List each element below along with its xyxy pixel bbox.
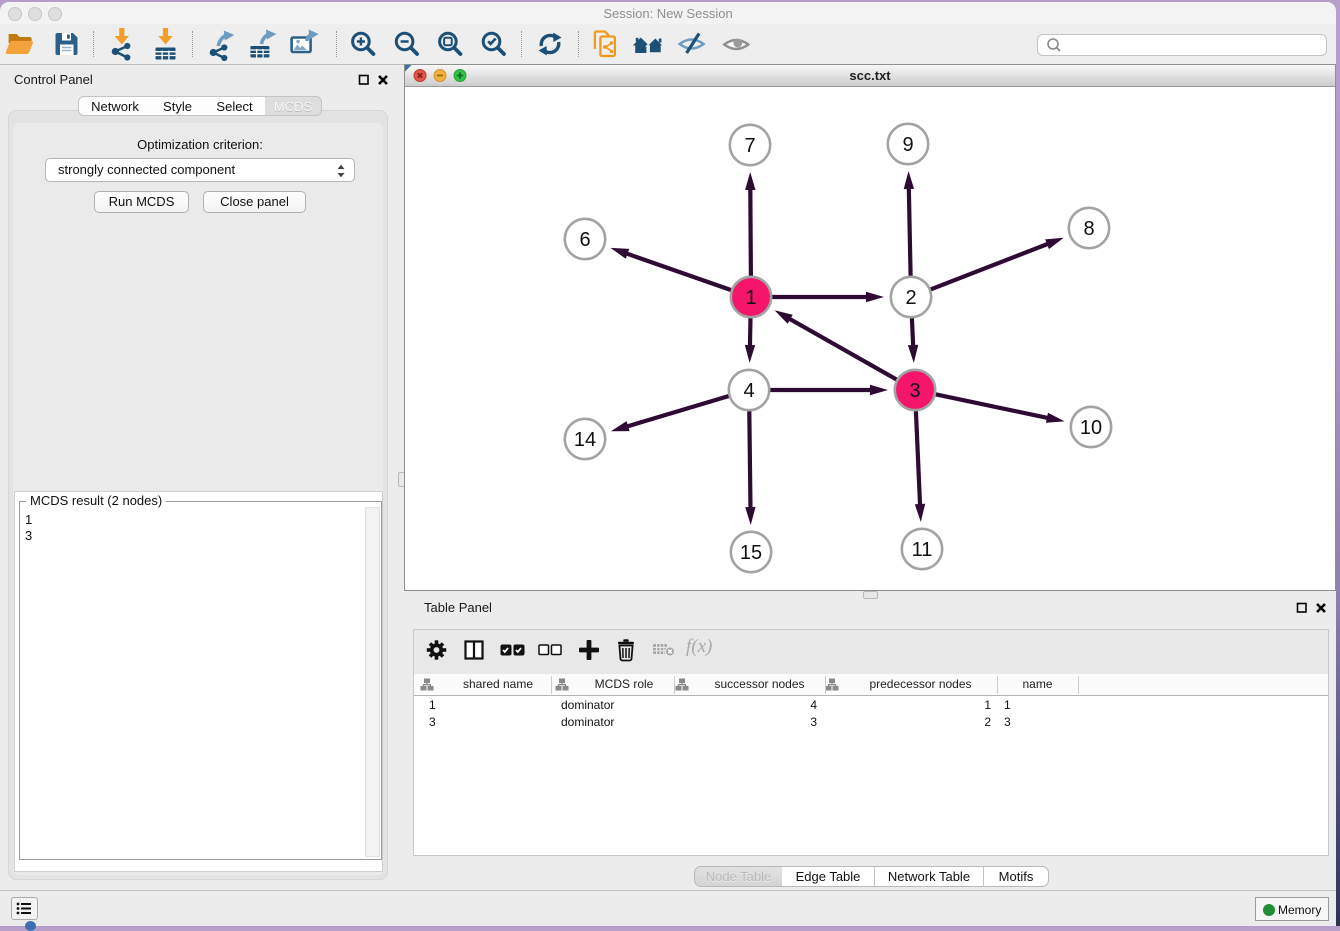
svg-text:9: 9 [902,134,913,156]
svg-text:3: 3 [909,380,920,402]
svg-text:1: 1 [745,287,756,309]
svg-text:11: 11 [912,539,933,561]
svg-text:8: 8 [1083,218,1094,240]
svg-text:10: 10 [1080,417,1102,439]
svg-text:14: 14 [574,429,596,451]
svg-text:6: 6 [579,229,590,251]
svg-text:15: 15 [740,542,762,564]
svg-text:4: 4 [743,380,754,402]
svg-text:7: 7 [744,135,755,157]
svg-text:2: 2 [905,287,916,309]
